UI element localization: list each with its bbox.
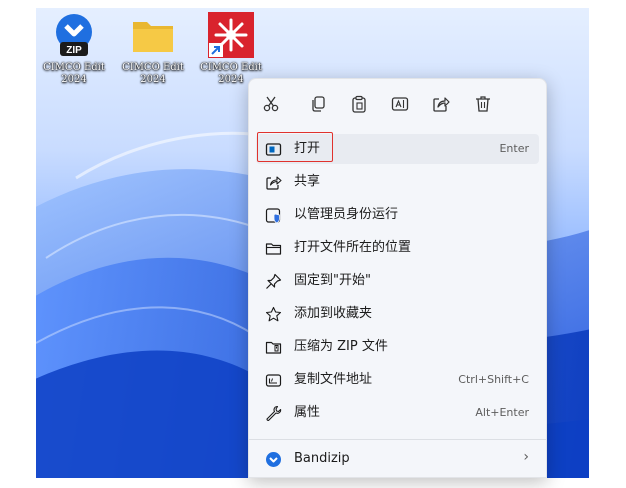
desktop-icon-label: CIMCO Edit 2024 <box>43 62 105 85</box>
menu-item-bandizip[interactable]: Bandizip › <box>256 444 539 474</box>
bandizip-icon <box>266 452 281 467</box>
menu-item-open-location[interactable]: 打开文件所在的位置 <box>256 233 539 263</box>
paste-button[interactable] <box>346 91 372 117</box>
menu-item-label: 添加到收藏夹 <box>294 306 373 321</box>
menu-item-shortcut: Enter <box>499 142 529 155</box>
menu-item-shortcut: Ctrl+Shift+C <box>458 373 529 386</box>
share-icon <box>433 97 450 112</box>
cut-icon <box>263 96 279 112</box>
delete-icon <box>476 96 490 112</box>
menu-item-label: 复制文件地址 <box>294 372 373 387</box>
menu-item-label: 共享 <box>294 174 321 189</box>
context-menu-toolbar <box>249 91 546 117</box>
copy-icon <box>312 96 325 112</box>
menu-item-copy-path[interactable]: 复制文件地址 Ctrl+Shift+C <box>256 365 539 395</box>
menu-item-run-as-admin[interactable]: 以管理员身份运行 <box>256 200 539 230</box>
desktop-icon-label: CIMCO Edit 2024 <box>122 62 184 85</box>
menu-item-label: 打开 <box>294 141 321 156</box>
rename-button[interactable] <box>387 91 413 117</box>
menu-item-pin-to-start[interactable]: 固定到"开始" <box>256 266 539 296</box>
menu-item-label: 以管理员身份运行 <box>294 207 399 222</box>
menu-item-share[interactable]: 共享 <box>256 167 539 197</box>
wrench-icon <box>266 405 282 422</box>
menu-item-label: 压缩为 ZIP 文件 <box>294 339 388 354</box>
cut-button[interactable] <box>258 91 284 117</box>
shield-icon <box>265 208 281 224</box>
star-icon <box>265 306 282 322</box>
delete-button[interactable] <box>470 91 496 117</box>
desktop-icon-zip[interactable]: ZIP CIMCO Edit 2024 <box>38 12 110 86</box>
folder-icon <box>130 12 176 58</box>
submenu-arrow-icon: › <box>523 449 529 465</box>
menu-item-open[interactable]: 打开 Enter <box>256 132 539 164</box>
menu-item-label: 固定到"开始" <box>294 273 371 288</box>
share-button[interactable] <box>428 91 454 117</box>
zip-archive-icon <box>265 341 282 354</box>
context-menu: 打开 Enter 共享 以管理员身份运行 打开文件所在的位置 固定到"开始" 添… <box>248 78 547 478</box>
copy-button[interactable] <box>305 91 331 117</box>
menu-item-label: 属性 <box>294 405 321 420</box>
menu-item-properties[interactable]: 属性 Alt+Enter <box>256 398 539 428</box>
open-icon <box>265 143 282 156</box>
cimco-edit-shortcut-icon <box>208 12 254 58</box>
share-icon <box>266 176 282 190</box>
svg-text:ZIP: ZIP <box>66 45 82 56</box>
menu-item-shortcut: Alt+Enter <box>475 406 529 419</box>
pin-icon <box>266 273 282 289</box>
menu-item-compress-zip[interactable]: 压缩为 ZIP 文件 <box>256 332 539 362</box>
copy-path-icon <box>265 374 282 387</box>
desktop-icon-cimco[interactable]: CIMCO Edit 2024 <box>195 12 267 86</box>
rename-icon <box>391 97 409 111</box>
bandizip-zip-icon: ZIP <box>51 12 97 58</box>
menu-separator <box>249 439 546 440</box>
desktop-icon-folder[interactable]: CIMCO Edit 2024 <box>117 12 189 86</box>
menu-item-label: 打开文件所在的位置 <box>294 240 412 255</box>
paste-icon <box>352 95 366 113</box>
menu-item-label: Bandizip <box>294 451 350 466</box>
folder-outline-icon <box>265 243 282 255</box>
menu-item-add-to-favorites[interactable]: 添加到收藏夹 <box>256 299 539 329</box>
